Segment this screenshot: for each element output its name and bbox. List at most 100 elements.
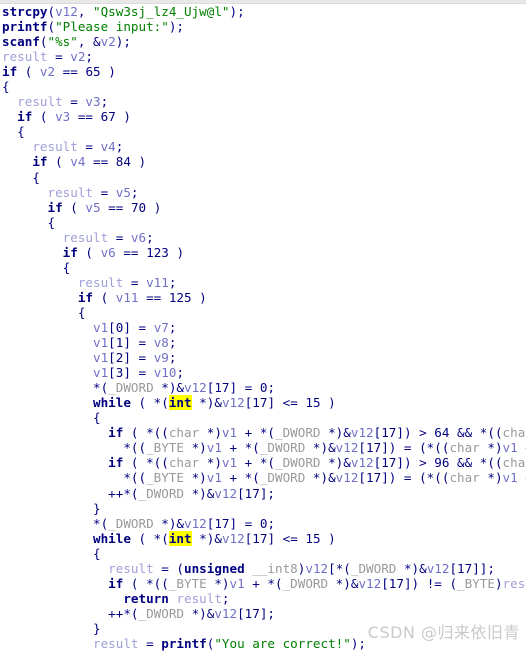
code-line[interactable]: result = printf("You are correct!"); — [0, 636, 526, 651]
variable-token[interactable]: result — [78, 275, 124, 290]
variable-token[interactable]: v12 — [336, 470, 359, 485]
code-line[interactable]: result = v6; — [0, 230, 526, 245]
variable-token[interactable]: v1 — [207, 470, 222, 485]
variable-token[interactable]: v2 — [70, 49, 85, 64]
code-line[interactable]: v1[2] = v9; — [0, 350, 526, 365]
variable-token[interactable]: v12 — [184, 380, 207, 395]
function-token[interactable]: printf — [161, 636, 207, 651]
variable-token[interactable]: v12 — [305, 561, 328, 576]
variable-token[interactable]: v12 — [427, 561, 450, 576]
variable-token[interactable]: v9 — [154, 350, 169, 365]
variable-token[interactable]: v6 — [131, 230, 146, 245]
code-line[interactable]: } — [0, 621, 526, 636]
highlighted-token[interactable]: int — [168, 530, 192, 546]
variable-token[interactable]: v12 — [358, 576, 381, 591]
code-line[interactable]: { — [0, 260, 526, 275]
code-line[interactable]: result = v11; — [0, 275, 526, 290]
variable-token[interactable]: v1 — [207, 440, 222, 455]
variable-token[interactable]: v4 — [101, 139, 116, 154]
code-line[interactable]: v1[3] = v10; — [0, 365, 526, 380]
variable-token[interactable]: v12 — [214, 606, 237, 621]
variable-token[interactable]: v1 — [93, 320, 108, 335]
variable-token[interactable]: v1 — [93, 365, 108, 380]
code-line[interactable]: *((_BYTE *)v1 + *(_DWORD *)&v12[17]) = (… — [0, 440, 526, 455]
code-line[interactable]: while ( *(int *)&v12[17] <= 15 ) — [0, 395, 526, 411]
variable-token[interactable]: v3 — [55, 109, 70, 124]
code-line[interactable]: *((_BYTE *)v1 + *(_DWORD *)&v12[17]) = (… — [0, 470, 526, 485]
variable-token[interactable]: v12 — [351, 425, 374, 440]
code-line[interactable]: result = v2; — [0, 49, 526, 64]
code-line[interactable]: v1[0] = v7; — [0, 320, 526, 335]
code-line[interactable]: { — [0, 546, 526, 561]
code-line[interactable]: ++*(_DWORD *)&v12[17]; — [0, 486, 526, 501]
variable-token[interactable]: v7 — [154, 320, 169, 335]
variable-token[interactable]: result — [17, 94, 63, 109]
function-token[interactable]: strcpy — [2, 4, 48, 19]
pseudocode-text-area[interactable]: strcpy(v12, "Qsw3sj_lz4_Ujw@l"); printf("… — [0, 4, 526, 651]
code-line[interactable]: { — [0, 124, 526, 139]
code-line[interactable]: *(_DWORD *)&v12[17] = 0; — [0, 516, 526, 531]
code-line[interactable]: { — [0, 410, 526, 425]
code-line[interactable]: *(_DWORD *)&v12[17] = 0; — [0, 380, 526, 395]
code-line[interactable]: if ( v2 == 65 ) — [0, 64, 526, 79]
code-line[interactable]: if ( v11 == 125 ) — [0, 290, 526, 305]
variable-token[interactable]: result — [503, 576, 526, 591]
variable-token[interactable]: v12 — [184, 516, 207, 531]
variable-token[interactable]: v1 — [222, 455, 237, 470]
variable-token[interactable]: v1 — [222, 425, 237, 440]
code-line[interactable]: result = v5; — [0, 185, 526, 200]
code-line[interactable]: result = v4; — [0, 139, 526, 154]
variable-token[interactable]: v5 — [116, 185, 131, 200]
variable-token[interactable]: v5 — [85, 200, 100, 215]
code-line[interactable]: scanf("%s", &v2); — [0, 34, 526, 49]
code-line[interactable]: if ( v6 == 123 ) — [0, 245, 526, 260]
variable-token[interactable]: result — [108, 561, 154, 576]
variable-token[interactable]: v1 — [503, 470, 518, 485]
variable-token[interactable]: result — [176, 591, 222, 606]
variable-token[interactable]: v12 — [55, 4, 78, 19]
variable-token[interactable]: result — [32, 139, 78, 154]
code-line[interactable]: } — [0, 501, 526, 516]
code-line[interactable]: if ( v4 == 84 ) — [0, 154, 526, 169]
code-line[interactable]: return result; — [0, 591, 526, 606]
code-line[interactable]: result = v3; — [0, 94, 526, 109]
variable-token[interactable]: v12 — [222, 531, 245, 546]
code-line[interactable]: printf("Please input:"); — [0, 19, 526, 34]
variable-token[interactable]: v6 — [101, 245, 116, 260]
code-line[interactable]: result = (unsigned __int8)v12[*(_DWORD *… — [0, 561, 526, 576]
variable-token[interactable]: result — [93, 636, 139, 651]
variable-token[interactable]: v10 — [154, 365, 177, 380]
code-line[interactable]: if ( v3 == 67 ) — [0, 109, 526, 124]
variable-token[interactable]: v1 — [503, 440, 518, 455]
function-token[interactable]: printf — [2, 19, 48, 34]
code-line[interactable]: { — [0, 79, 526, 94]
code-line[interactable]: strcpy(v12, "Qsw3sj_lz4_Ujw@l"); — [0, 4, 526, 19]
function-token[interactable]: scanf — [2, 34, 40, 49]
variable-token[interactable]: result — [48, 185, 94, 200]
highlighted-token[interactable]: int — [168, 395, 192, 411]
variable-token[interactable]: v2 — [40, 64, 55, 79]
variable-token[interactable]: v12 — [222, 395, 245, 410]
variable-token[interactable]: v1 — [93, 335, 108, 350]
code-line[interactable]: if ( v5 == 70 ) — [0, 200, 526, 215]
variable-token[interactable]: v3 — [85, 94, 100, 109]
code-line[interactable]: v1[1] = v8; — [0, 335, 526, 350]
variable-token[interactable]: v12 — [351, 455, 374, 470]
code-line[interactable]: { — [0, 215, 526, 230]
code-line[interactable]: { — [0, 305, 526, 320]
variable-token[interactable]: v2 — [101, 34, 116, 49]
variable-token[interactable]: v4 — [70, 154, 85, 169]
variable-token[interactable]: v12 — [214, 486, 237, 501]
variable-token[interactable]: v8 — [154, 335, 169, 350]
code-line[interactable]: if ( *((_BYTE *)v1 + *(_DWORD *)&v12[17]… — [0, 576, 526, 591]
code-line[interactable]: while ( *(int *)&v12[17] <= 15 ) — [0, 530, 526, 546]
variable-token[interactable]: v1 — [93, 350, 108, 365]
variable-token[interactable]: v1 — [230, 576, 245, 591]
variable-token[interactable]: v11 — [146, 275, 169, 290]
code-line[interactable]: ++*(_DWORD *)&v12[17]; — [0, 606, 526, 621]
variable-token[interactable]: result — [2, 49, 48, 64]
variable-token[interactable]: result — [63, 230, 109, 245]
code-line[interactable]: if ( *((char *)v1 + *(_DWORD *)&v12[17])… — [0, 425, 526, 440]
code-line[interactable]: { — [0, 170, 526, 185]
code-line[interactable]: if ( *((char *)v1 + *(_DWORD *)&v12[17])… — [0, 455, 526, 470]
